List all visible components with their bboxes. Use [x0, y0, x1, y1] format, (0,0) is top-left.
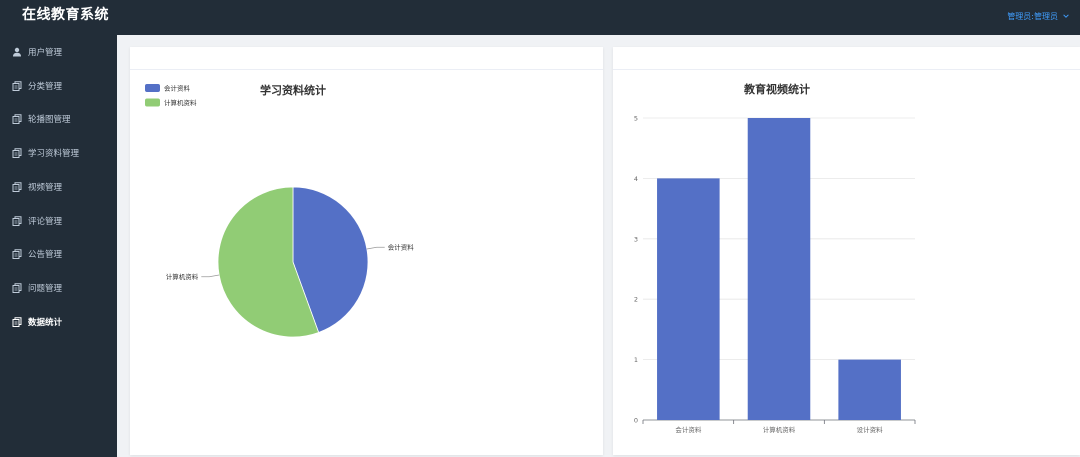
pie-chart: 学习资料统计会计资料计算机资料会计资料计算机资料	[145, 83, 415, 338]
document-icon	[12, 316, 22, 327]
document-icon	[12, 215, 22, 226]
app-title: 在线教育系统	[22, 7, 109, 23]
pie-slice-label: 会计资料	[388, 243, 415, 252]
sidebar-item[interactable]: 评论管理	[0, 206, 117, 236]
sidebar-item[interactable]: 分类管理	[0, 71, 117, 101]
legend-label[interactable]: 会计资料	[164, 84, 191, 93]
document-icon	[12, 283, 22, 293]
pie-label-line	[366, 246, 385, 250]
user-menu[interactable]: 管理员:管理员	[1007, 11, 1070, 22]
pie-slice-label: 计算机资料	[166, 272, 199, 281]
sidebar-item-label: 学习资料管理	[28, 149, 80, 160]
user-menu-label: 管理员:管理员	[1007, 12, 1058, 21]
user-icon	[12, 47, 22, 57]
legend-swatch[interactable]	[145, 98, 160, 107]
sidebar-item[interactable]: 轮播图管理	[0, 104, 117, 134]
x-tick-label: 计算机资料	[763, 425, 796, 434]
sidebar-item-label: 问题管理	[28, 283, 63, 294]
sidebar-item-label: 视频管理	[28, 182, 63, 193]
legend-label[interactable]: 计算机资料	[164, 98, 197, 107]
x-tick-label: 会计资料	[675, 425, 702, 434]
sidebar-item[interactable]: 学习资料管理	[0, 138, 117, 168]
document-icon	[12, 182, 22, 192]
bar-chart-card: 教育视频统计 0 1 2 3 4 5 会计资料 计算机资料 设计资料	[613, 47, 1080, 455]
sidebar-item-label: 公告管理	[28, 250, 63, 261]
chart-title: 学习资料统计	[260, 83, 326, 97]
y-tick-label: 0	[634, 417, 638, 425]
bar[interactable]	[838, 359, 901, 420]
y-tick-label: 1	[634, 356, 638, 364]
sidebar-item[interactable]: 公告管理	[0, 239, 117, 269]
pie-chart-card: 学习资料统计 会计资料 计算机资料 会计资料 计算机资料	[130, 47, 603, 455]
document-icon	[12, 80, 22, 91]
top-bar: 在线教育系统 管理员:管理员	[0, 0, 1080, 35]
document-icon	[12, 249, 22, 260]
sidebar-item[interactable]: 视频管理	[0, 172, 117, 202]
sidebar-item-label: 用户管理	[28, 48, 63, 58]
sidebar-item[interactable]: 数据统计	[0, 307, 117, 337]
document-icon	[12, 114, 22, 125]
y-tick-label: 3	[634, 235, 638, 243]
sidebar-item-label: 数据统计	[28, 317, 63, 328]
x-tick-label: 设计资料	[857, 425, 884, 434]
bar[interactable]	[747, 118, 811, 420]
bar-chart: 教育视频统计 0 1 2 3 4 5 会计资料 计算机资料 设计资料	[634, 82, 916, 434]
y-tick-label: 2	[634, 296, 638, 304]
legend-swatch[interactable]	[145, 84, 160, 92]
sidebar-item-label: 轮播图管理	[28, 115, 71, 126]
sidebar-item[interactable]: 问题管理	[0, 273, 117, 303]
sidebar-item[interactable]: 用户管理	[0, 37, 117, 67]
chevron-down-icon	[1062, 12, 1070, 22]
sidebar-item-label: 分类管理	[28, 81, 63, 92]
chart-title: 教育视频统计	[743, 82, 810, 96]
pie-label-line	[201, 274, 220, 278]
sidebar-item-label: 评论管理	[28, 216, 63, 227]
document-icon	[12, 148, 22, 159]
bar[interactable]	[657, 178, 720, 420]
y-tick-label: 5	[634, 115, 638, 123]
sidebar: 用户管理分类管理轮播图管理学习资料管理 视频管理评论管理公告管理问题管理数据统计	[0, 35, 117, 457]
y-tick-label: 4	[634, 175, 638, 183]
